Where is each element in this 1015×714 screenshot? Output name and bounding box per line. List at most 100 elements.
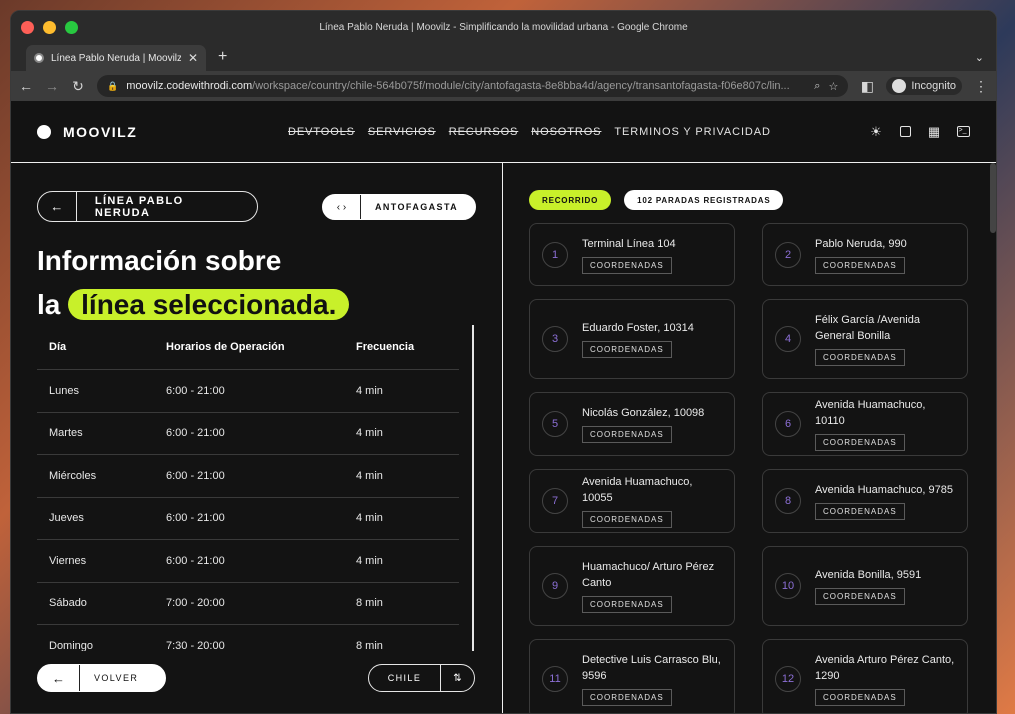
fullscreen-icon[interactable]: [898, 125, 912, 139]
stops-count-badge: 102 PARADAS REGISTRADAS: [624, 190, 784, 210]
url-text[interactable]: moovilz.codewithrodi.com/workspace/count…: [126, 80, 806, 92]
back-arrow-icon[interactable]: ←: [19, 78, 33, 94]
arrow-left-icon[interactable]: ←: [38, 192, 77, 221]
stop-card[interactable]: 5 Nicolás González, 10098 COORDENADAS: [529, 392, 735, 456]
logo[interactable]: MOOVILZ: [37, 124, 137, 140]
stop-card[interactable]: 4 Félix García /Avenida General Bonilla CO…: [762, 299, 968, 379]
nav-servicios[interactable]: SERVICIOS: [368, 126, 436, 138]
incognito-indicator[interactable]: Incognito: [886, 77, 962, 95]
stop-number: 7: [542, 488, 568, 514]
nav-recursos[interactable]: RECURSOS: [449, 126, 519, 138]
stop-card[interactable]: 10 Avenida Bonilla, 9591 COORDENADAS: [762, 546, 968, 626]
coordinates-button[interactable]: COORDENADAS: [815, 349, 905, 366]
cell-frequency: 8 min: [344, 581, 459, 625]
stop-card[interactable]: 6 Avenida Huamachuco, 10110 COORDENADAS: [762, 392, 968, 456]
stop-number: 1: [542, 241, 568, 268]
coordinates-button[interactable]: COORDENADAS: [815, 434, 905, 451]
col-header-hours: Horarios de Operación: [166, 341, 285, 353]
coordinates-button[interactable]: COORDENADAS: [815, 256, 905, 274]
table-row: Viernes 6:00 - 21:00 4 min: [37, 539, 459, 582]
stop-card[interactable]: 11 Detective Luis Carrasco Blu, 9596 COORD…: [529, 639, 735, 713]
cell-frequency: 4 min: [344, 369, 459, 412]
tab-search-chevron-icon[interactable]: ⌄: [975, 51, 984, 64]
country-label: CHILE: [369, 665, 441, 691]
coordinates-button[interactable]: COORDENADAS: [582, 341, 672, 358]
coordinates-button[interactable]: COORDENADAS: [582, 426, 672, 443]
coordinates-button[interactable]: COORDENADAS: [582, 256, 672, 274]
sidepanel-icon[interactable]: ◧: [860, 78, 874, 95]
page-content: MOOVILZ DEVTOOLS SERVICIOS RECURSOS NOSO…: [11, 101, 996, 713]
stop-name: Nicolás González, 10098: [582, 407, 705, 419]
qr-code-icon[interactable]: ▦: [927, 124, 941, 139]
schedule-table-container[interactable]: Día Horarios de Operación Frecuencia Lun…: [37, 325, 474, 651]
site-header: MOOVILZ DEVTOOLS SERVICIOS RECURSOS NOSO…: [11, 101, 996, 163]
nav-nosotros[interactable]: NOSOTROS: [531, 126, 601, 138]
cell-day: Sábado: [37, 581, 154, 625]
stop-card[interactable]: 7 Avenida Huamachuco, 10055 COORDENADAS: [529, 469, 735, 533]
stop-number: 8: [775, 488, 801, 514]
forward-arrow-icon[interactable]: →: [45, 78, 59, 94]
country-pill[interactable]: CHILE ⇅: [368, 664, 475, 692]
nav-devtools[interactable]: DEVTOOLS: [288, 126, 355, 138]
browser-window: Línea Pablo Neruda | Moovilz - Simplific…: [10, 10, 997, 714]
browser-menu-icon[interactable]: ⋮: [974, 78, 988, 95]
cell-frequency: 8 min: [344, 624, 459, 651]
stop-card[interactable]: 9 Huamachuco/ Arturo Pérez Canto COORDENAD…: [529, 546, 735, 626]
stop-name: Eduardo Foster, 10314: [582, 322, 694, 334]
back-label: VOLVER: [94, 673, 139, 683]
back-button[interactable]: ← VOLVER: [37, 664, 166, 692]
close-tab-icon[interactable]: ✕: [188, 51, 198, 65]
lock-icon[interactable]: 🔒: [107, 81, 118, 92]
incognito-icon: [892, 79, 907, 93]
stop-name: Pablo Neruda, 990: [815, 237, 907, 250]
coordinates-button[interactable]: COORDENADAS: [582, 689, 672, 706]
switch-icon[interactable]: ⇅: [441, 673, 474, 684]
code-brackets-icon: ‹ ›: [323, 195, 361, 219]
reload-icon[interactable]: ↻: [71, 78, 85, 95]
stops-panel: RECORRIDO 102 PARADAS REGISTRADAS 1 Termi…: [504, 163, 996, 713]
title-bar: Línea Pablo Neruda | Moovilz - Simplific…: [11, 11, 996, 43]
col-header-frequency: Frecuencia: [356, 341, 415, 353]
cell-day: Martes: [37, 411, 154, 455]
nav-terminos[interactable]: TERMINOS Y PRIVACIDAD: [614, 126, 770, 138]
coordinates-button[interactable]: COORDENADAS: [582, 511, 672, 528]
address-bar[interactable]: 🔒 moovilz.codewithrodi.com/workspace/cou…: [97, 75, 849, 97]
stop-card[interactable]: 12 Avenida Arturo Pérez Canto, 1290 COORDE…: [762, 639, 968, 713]
city-pill[interactable]: ‹ › ANTOFAGASTA: [322, 194, 476, 220]
zoom-icon[interactable]: ⌕: [814, 80, 820, 93]
title-line-1: Información sobre: [37, 245, 282, 276]
bookmark-star-icon[interactable]: ☆: [828, 80, 838, 93]
tab-strip: Línea Pablo Neruda | Moovilz ✕ + ⌄: [11, 43, 996, 71]
table-row: Sábado 7:00 - 20:00 8 min: [37, 581, 459, 625]
terminal-icon[interactable]: >_: [956, 125, 970, 139]
table-row: Jueves 6:00 - 21:00 4 min: [37, 496, 459, 540]
stop-card[interactable]: 2 Pablo Neruda, 990 COORDENADAS: [762, 223, 968, 286]
stop-card[interactable]: 8 Avenida Huamachuco, 9785 COORDENADAS: [762, 469, 968, 533]
sun-icon[interactable]: ☀: [869, 124, 883, 139]
coordinates-button[interactable]: COORDENADAS: [815, 503, 905, 520]
line-name-pill[interactable]: ← LÍNEA PABLO NERUDA: [37, 191, 258, 222]
stop-card[interactable]: 1 Terminal Línea 104 COORDENADAS: [529, 223, 735, 286]
cell-hours: 6:00 - 21:00: [154, 496, 344, 540]
coordinates-button[interactable]: COORDENADAS: [582, 596, 672, 613]
city-label: ANTOFAGASTA: [375, 202, 459, 212]
cell-frequency: 4 min: [344, 454, 459, 497]
browser-toolbar: ← → ↻ 🔒 moovilz.codewithrodi.com/workspa…: [11, 71, 996, 101]
stop-name: Avenida Bonilla, 9591: [815, 569, 922, 581]
browser-tab[interactable]: Línea Pablo Neruda | Moovilz ✕: [26, 45, 206, 71]
header-actions: ☀ ▦ >_: [869, 124, 970, 139]
scrollbar[interactable]: [990, 163, 996, 233]
stop-card[interactable]: 3 Eduardo Foster, 10314 COORDENADAS: [529, 299, 735, 379]
table-header-row: Día Horarios de Operación Frecuencia: [37, 325, 459, 370]
stop-number: 6: [775, 411, 801, 437]
new-tab-button[interactable]: +: [218, 48, 227, 66]
coordinates-button[interactable]: COORDENADAS: [815, 588, 905, 605]
stops-badges: RECORRIDO 102 PARADAS REGISTRADAS: [529, 190, 784, 210]
cell-hours: 6:00 - 21:00: [154, 539, 344, 582]
tab-title: Línea Pablo Neruda | Moovilz: [51, 52, 181, 64]
coordinates-button[interactable]: COORDENADAS: [815, 689, 905, 706]
table-row: Miércoles 6:00 - 21:00 4 min: [37, 454, 459, 497]
title-la: la: [37, 289, 61, 320]
favicon-icon: [34, 53, 44, 63]
cell-day: Domingo: [37, 624, 154, 651]
